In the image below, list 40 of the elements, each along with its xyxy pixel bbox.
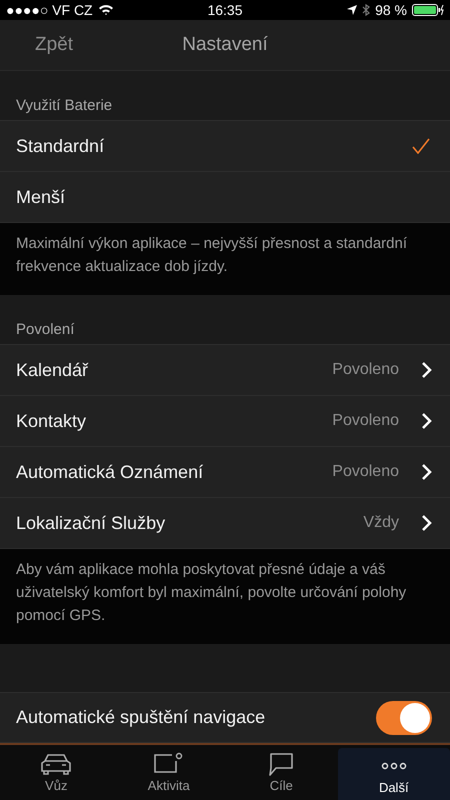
settings-row[interactable]: Standardní (0, 121, 450, 172)
row-label: Automatické spuštění navigace (16, 707, 266, 728)
battery-icon (412, 4, 444, 16)
location-icon (347, 5, 358, 15)
row-label: Automatická Oznámení (16, 462, 204, 482)
tab-item[interactable]: Cíle (225, 745, 338, 800)
settings-row[interactable]: Automatická Oznámení Povoleno (0, 447, 450, 498)
carrier-name: ●●●●○ VF CZ (6, 2, 93, 18)
chevron-icon (421, 361, 432, 379)
more-icon (380, 762, 407, 770)
settings-row[interactable]: Kalendář Povoleno (0, 345, 450, 396)
row-value: Povoleno (332, 463, 399, 481)
tab-item[interactable]: Vůz (0, 745, 112, 800)
row-label: Menší (16, 186, 66, 208)
row-label: Kalendář (16, 360, 90, 380)
settings-row[interactable]: Automatické spuštění navigace (0, 692, 450, 743)
settings-row[interactable]: Menší (0, 172, 450, 223)
row-label: Lokalizační Služby (16, 512, 166, 534)
car-icon (39, 752, 74, 776)
tab-item[interactable]: Další (338, 748, 450, 800)
chevron-icon (421, 463, 432, 481)
row-value: Povoleno (332, 412, 399, 430)
wifi-icon (98, 4, 114, 16)
row-value: Vždy (363, 514, 399, 532)
screen-title: Nastavení (181, 34, 269, 56)
bluetooth-icon (362, 4, 370, 16)
row-label: Standardní (16, 136, 106, 156)
tab-item[interactable]: Aktivita (112, 745, 225, 800)
section-footer: Maximální výkon aplikace – nejvyšší přesnost a standardní frekvence aktualizace dob jízdy. (0, 223, 450, 295)
toggle-switch[interactable] (376, 700, 432, 734)
settings-row[interactable]: Lokalizační Služby Vždy (0, 498, 450, 549)
settings-row[interactable]: Kontakty Povoleno (0, 396, 450, 447)
clock-time: 16:35 (206, 2, 244, 18)
chevron-icon (421, 412, 432, 430)
chevron-icon (421, 514, 432, 532)
battery-percent: 98 % (375, 2, 407, 18)
row-label: Kontakty (16, 410, 88, 432)
row-value: Povoleno (332, 361, 399, 379)
back-button[interactable]: Zpět (35, 34, 74, 56)
section-footer: Aby vám aplikace mohla poskytovat přesné údaje a váš uživatelský komfort byl maximální, povolte určování polohy pomocí GPS. (0, 549, 450, 644)
